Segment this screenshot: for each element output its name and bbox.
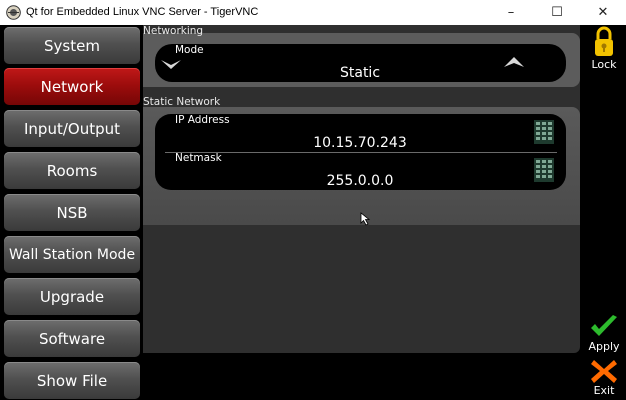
window-title-bar: Qt for Embedded Linux VNC Server - Tiger… <box>0 0 626 25</box>
mode-prev-arrow-icon[interactable] <box>160 56 182 70</box>
ip-address-value[interactable]: 10.15.70.243 <box>290 135 430 151</box>
exit-action[interactable]: Exit <box>582 358 626 397</box>
static-network-header: Static Network <box>143 96 221 108</box>
nav-system-button[interactable]: System <box>4 27 140 64</box>
lock-label: Lock <box>591 58 617 71</box>
minimize-button[interactable]: – <box>488 0 534 25</box>
mode-label: Mode <box>175 44 204 56</box>
nav-upgrade-button[interactable]: Upgrade <box>4 278 140 315</box>
nav-show-file-button[interactable]: Show File <box>4 362 140 399</box>
close-button[interactable]: ✕ <box>580 0 626 25</box>
mode-value: Static <box>339 65 381 81</box>
nav-wall-station-mode-button[interactable]: Wall Station Mode <box>4 236 140 273</box>
mouse-cursor-icon <box>360 212 371 226</box>
app-icon <box>6 5 21 20</box>
apply-label: Apply <box>588 340 620 353</box>
window-title: Qt for Embedded Linux VNC Server - Tiger… <box>26 6 259 18</box>
exit-label: Exit <box>593 384 615 397</box>
nav-software-button[interactable]: Software <box>4 320 140 357</box>
nav-rooms-button[interactable]: Rooms <box>4 152 140 189</box>
exit-x-icon <box>591 360 617 383</box>
apply-action[interactable]: Apply <box>582 314 626 353</box>
ip-address-label: IP Address <box>175 114 230 126</box>
maximize-button[interactable]: ☐ <box>534 0 580 25</box>
ip-keypad-icon[interactable] <box>534 120 554 144</box>
nav-network-button[interactable]: Network <box>4 68 140 105</box>
nav-input-output-button[interactable]: Input/Output <box>4 110 140 147</box>
field-divider <box>165 152 557 153</box>
nav-nsb-button[interactable]: NSB <box>4 194 140 231</box>
netmask-label: Netmask <box>175 152 222 164</box>
lock-action[interactable]: Lock <box>582 26 626 71</box>
netmask-value[interactable]: 255.0.0.0 <box>300 173 420 189</box>
lock-icon <box>595 26 613 56</box>
checkmark-icon <box>591 315 617 336</box>
app-area: System Network Input/Output Rooms NSB Wa… <box>0 25 626 400</box>
mode-next-arrow-icon[interactable] <box>503 56 525 70</box>
netmask-keypad-icon[interactable] <box>534 158 554 182</box>
networking-header: Networking <box>143 25 204 37</box>
